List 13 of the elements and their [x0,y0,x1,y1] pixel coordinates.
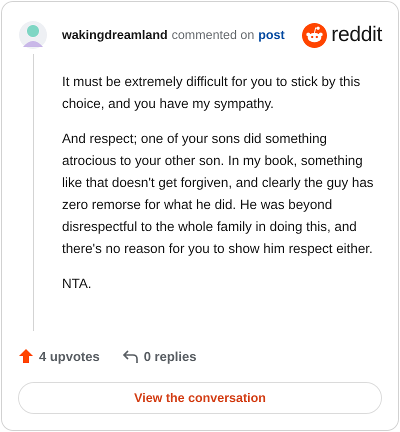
alien-logo-icon [302,22,328,48]
reply-arrow-icon[interactable] [122,348,139,364]
brand-name: reddit [331,23,382,47]
reply-count: 0 replies [144,348,196,364]
post-link[interactable]: post [258,28,285,42]
avatar-icon [18,19,48,51]
comment-byline: wakingdreamland commented on post [62,28,286,42]
upvote-count: 4 upvotes [39,348,100,364]
upvote-arrow-icon[interactable] [18,348,34,364]
view-conversation-button[interactable]: View the conversation [18,382,382,414]
comment-paragraph: NTA. [62,275,93,293]
comment-paragraph: It must be extremely difficult for you to stick by this choice, and you have my sympathy. [62,73,362,113]
comment-paragraph: And respect; one of your sons did something atrocious to your other son. In my book, something like that doesn't get forgiven, and clearly the guy has zero remorse for what he did. He was beyond disrespectful to the whole family in doing this, and there's no reason for you to show him respect either. [62,130,374,258]
